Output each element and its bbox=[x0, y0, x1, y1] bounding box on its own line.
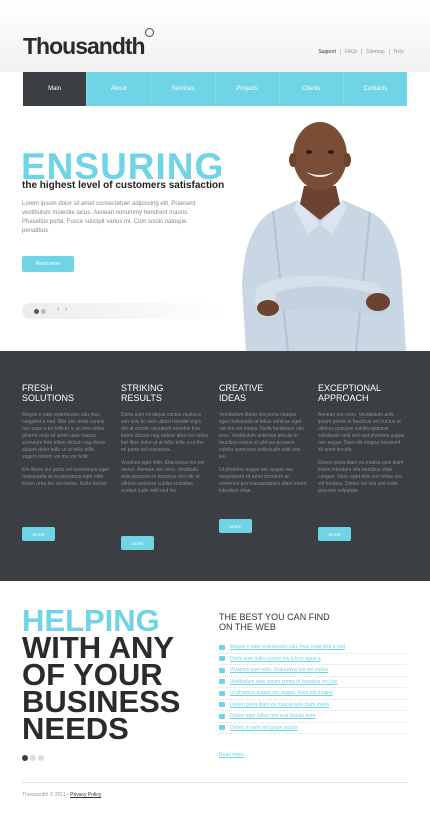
slider-pagination: ‹ › bbox=[22, 303, 227, 319]
feature-paragraph: Aenean nec eros. Vestibulum ante ipsum p… bbox=[318, 412, 405, 453]
list-item: Dorta sum aulia cursus mu a lo ic ague a bbox=[219, 654, 406, 665]
feature-text: Magna e patu entertessec iulu mus ceagdo… bbox=[22, 412, 110, 488]
feature-paragraph: Magna e patu entertessec iulu mus ceagdo… bbox=[22, 412, 106, 460]
slider-dot-active[interactable] bbox=[34, 309, 39, 314]
list-item: Vivamus eget nibh. Etianursus leo vel me… bbox=[219, 665, 406, 677]
top-link-faqs[interactable]: FAQs bbox=[339, 49, 362, 55]
copyright: Thousandth © 2011 • bbox=[22, 792, 69, 798]
list-link[interactable]: Dorta sum aulia cursus mu a lo ic ague a bbox=[230, 656, 321, 662]
comment-icon bbox=[219, 725, 225, 731]
best-title: THE BEST YOU CAN FIND ON THE WEB bbox=[219, 612, 330, 632]
more-button[interactable]: MORE bbox=[318, 527, 351, 541]
list-link[interactable]: Donec in velit vel ipsum auctor bbox=[230, 725, 298, 731]
slider-prev-icon[interactable]: ‹ bbox=[57, 306, 59, 313]
logo[interactable]: Thousandth bbox=[23, 33, 146, 60]
slider-next-icon[interactable]: › bbox=[65, 306, 67, 313]
read-more-link[interactable]: Read more bbox=[219, 752, 244, 758]
helping-headline: HELPING WITH ANY OF YOUR BUSINESS NEEDS bbox=[22, 605, 180, 746]
hero-slider: ENSURING the highest level of customers … bbox=[0, 106, 430, 351]
comment-icon bbox=[219, 679, 225, 685]
menu-item-clients[interactable]: Clients bbox=[278, 72, 343, 106]
feature-text: Vestibulum libero nisl porta veaque eget… bbox=[219, 412, 307, 495]
slider-dot[interactable] bbox=[41, 309, 46, 314]
feature-title: STRIKING RESULTS bbox=[121, 383, 164, 403]
hero-person-image bbox=[242, 122, 406, 351]
comment-icon bbox=[219, 713, 225, 719]
list-item: Donec eget tellus non erat lacinia ferm bbox=[219, 711, 406, 723]
logo-mark-icon bbox=[145, 28, 154, 37]
feature-paragraph: Dorta sum mi aliqua cursus mutus a sen s… bbox=[121, 412, 208, 453]
list-item: Donec in velit vel ipsum auctor bbox=[219, 723, 406, 734]
feature-paragraph: Donec porta diam eu massa quis diam lore… bbox=[318, 460, 404, 494]
feature-title: CREATIVE IDEAS bbox=[219, 383, 264, 403]
footer: Thousandth © 2011 • Privacy Policy bbox=[22, 792, 101, 798]
list-link[interactable]: Ut pharetra augue nec augue. Nam elit ma… bbox=[230, 690, 333, 696]
list-link[interactable]: Vestibulum ante ipsum primis in faucibus… bbox=[230, 679, 338, 685]
list-link[interactable]: Magna e patu entertessec iulu, mus ceag … bbox=[230, 644, 345, 650]
feature-title: EXCEPTIONAL APPROACH bbox=[318, 383, 382, 403]
top-nav: Support FAQs Sitemap Help bbox=[314, 49, 408, 55]
more-button[interactable]: MORE bbox=[121, 536, 154, 550]
privacy-policy-link[interactable]: Privacy Policy bbox=[70, 792, 101, 798]
comment-icon bbox=[219, 690, 225, 696]
menu-item-projects[interactable]: Projects bbox=[214, 72, 279, 106]
feature-paragraph: Etn libero nui porta vel scenerique eget… bbox=[22, 467, 109, 487]
helping-line: NEEDS bbox=[22, 711, 129, 746]
read-more-button[interactable]: Read more bbox=[22, 256, 74, 272]
list-link[interactable]: Donec eget tellus non erat lacinia ferm bbox=[230, 713, 315, 719]
feature-text: Aenean nec eros. Vestibulum ante ipsum p… bbox=[318, 412, 406, 495]
menu-item-contacts[interactable]: Contacts bbox=[342, 72, 407, 106]
comment-icon bbox=[219, 644, 225, 650]
feature-paragraph: Ut pharetra augue nec augue nec magnuben… bbox=[219, 467, 307, 494]
comment-icon bbox=[219, 656, 225, 662]
pagination-dot[interactable] bbox=[38, 755, 44, 761]
menu-item-main[interactable]: Main bbox=[23, 72, 87, 106]
feature-column: CREATIVE IDEAS Vestibulum libero nisl po… bbox=[219, 383, 307, 501]
pagination-dot-active[interactable] bbox=[22, 755, 28, 761]
list-item: Ut pharetra augue nec augue. Nam elit ma… bbox=[219, 688, 406, 700]
hero-subtitle: the highest level of customers satisfact… bbox=[22, 180, 225, 191]
header: Thousandth Support FAQs Sitemap Help bbox=[0, 0, 430, 72]
feature-column: STRIKING RESULTS Dorta sum mi aliqua cur… bbox=[121, 383, 209, 501]
menu-item-about[interactable]: About bbox=[86, 72, 150, 106]
comment-icon bbox=[219, 667, 225, 673]
top-link-sitemap[interactable]: Sitemap bbox=[361, 49, 388, 55]
comment-icon bbox=[219, 702, 225, 708]
list-item: Magna e patu entertessec iulu, mus ceag … bbox=[219, 642, 406, 654]
feature-title: FRESH SOLUTIONS bbox=[22, 383, 75, 403]
menu-item-services[interactable]: Services bbox=[150, 72, 214, 106]
features-section: FRESH SOLUTIONS Magna e patu entertessec… bbox=[0, 351, 430, 581]
best-links-list: Magna e patu entertessec iulu, mus ceag … bbox=[219, 642, 406, 734]
feature-column: FRESH SOLUTIONS Magna e patu entertessec… bbox=[22, 383, 110, 494]
hero-text: Lorem ipsum dolor sit amet consectetuer … bbox=[22, 201, 196, 234]
pagination-dot[interactable] bbox=[30, 755, 36, 761]
feature-text: Dorta sum mi aliqua cursus mutus a sen s… bbox=[121, 412, 209, 495]
top-link-support[interactable]: Support bbox=[314, 49, 340, 55]
top-link-help[interactable]: Help bbox=[388, 49, 408, 55]
more-button[interactable]: MORE bbox=[22, 527, 55, 541]
footer-divider bbox=[22, 782, 407, 783]
feature-paragraph: Vestibulum libero nisl porta veaque eget… bbox=[219, 412, 305, 460]
more-button[interactable]: MORE bbox=[219, 519, 252, 533]
list-item: Vestibulum ante ipsum primis in faucibus… bbox=[219, 677, 406, 688]
helping-pagination bbox=[22, 755, 44, 761]
feature-paragraph: Vivamus eget nibh. Etiacursus leo vel me… bbox=[121, 460, 205, 494]
list-link[interactable]: Vivamus eget nibh. Etianursus leo vel me… bbox=[230, 667, 328, 673]
list-link[interactable]: Donec porta diam eu massa quis diam lore… bbox=[230, 702, 329, 708]
feature-column: EXCEPTIONAL APPROACH Aenean nec eros. Ve… bbox=[318, 383, 406, 501]
main-menu: Main About Services Projects Clients Con… bbox=[23, 72, 407, 106]
list-item: Donec porta diam eu massa quis diam lore… bbox=[219, 700, 406, 711]
